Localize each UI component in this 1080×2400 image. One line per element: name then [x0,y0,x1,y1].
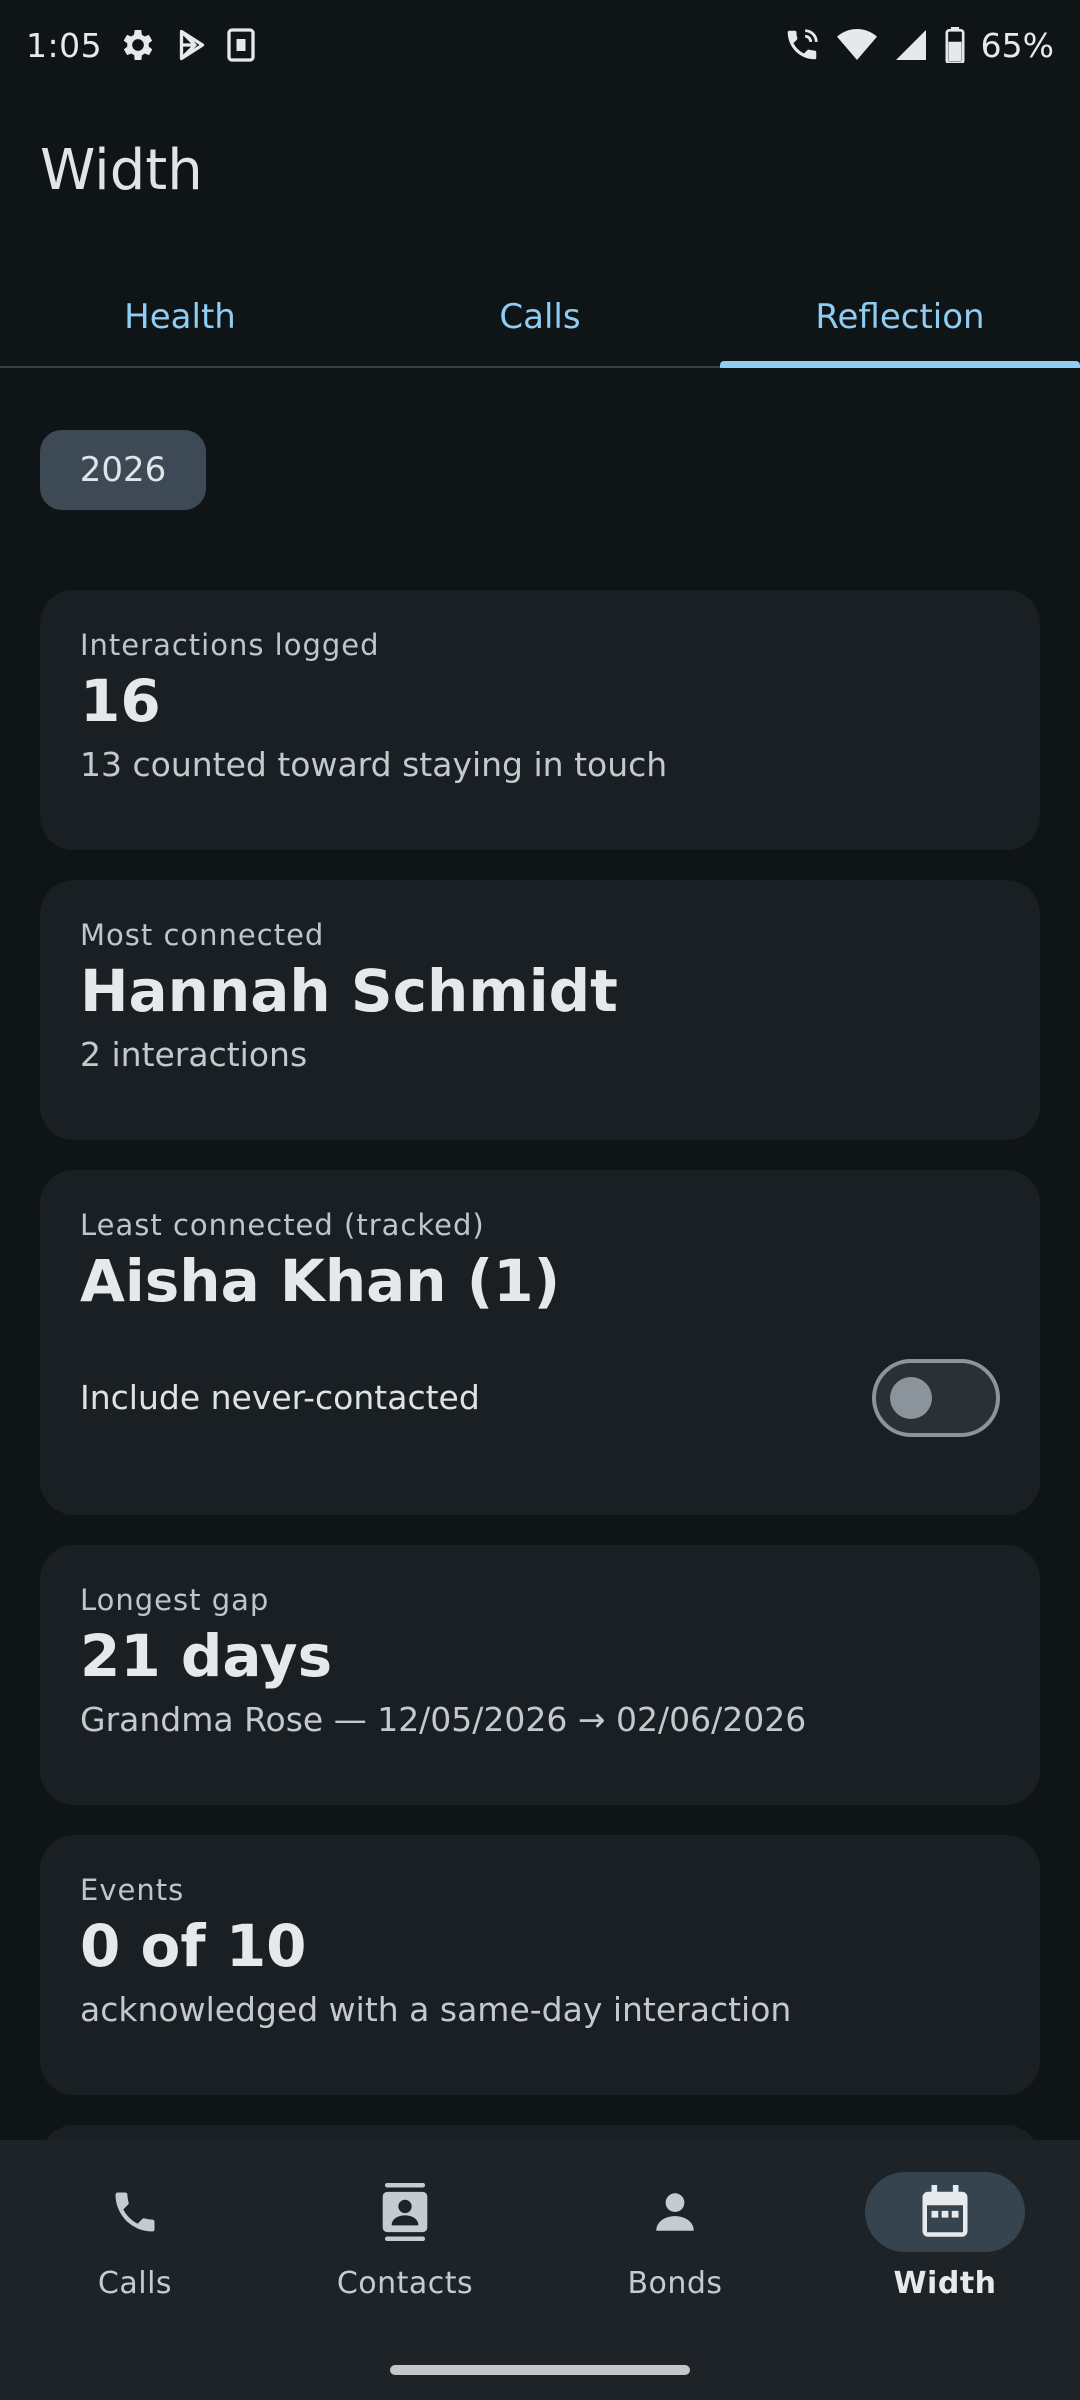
screen: 1:05 65% Width Health Calls Reflection 2… [0,0,1080,2400]
nav-icon-container [55,2172,215,2252]
card-subtext: 2 interactions [80,1034,308,1074]
include-never-contacted-switch[interactable] [872,1358,1000,1437]
nav-item-width[interactable]: Width [820,2172,1070,2301]
status-time: 1:05 [26,25,103,65]
nav-icon-container [325,2172,485,2252]
card-value: 21 days [80,1622,333,1690]
nav-item-bonds[interactable]: Bonds [550,2172,800,2301]
interactions-card: Interactions logged 16 13 counted toward… [40,590,1040,850]
nav-label: Calls [97,2266,173,2301]
person-icon [650,2187,700,2237]
wifi-calling-icon [783,26,821,64]
never-contacted-toggle-row[interactable]: Include never-contacted [80,1358,1000,1437]
card-label: Most connected [80,918,325,952]
home-indicator[interactable] [390,2365,690,2375]
longest-gap-card: Longest gap 21 days Grandma Rose — 12/05… [40,1545,1040,1805]
tab-calls[interactable]: Calls [360,268,720,366]
least-connected-card: Least connected (tracked) Aisha Khan (1)… [40,1170,1040,1515]
tab-reflection[interactable]: Reflection [720,268,1080,368]
signal-icon [893,27,929,63]
calendar-icon [920,2185,970,2239]
card-subtext: Grandma Rose — 12/05/2026 → 02/06/2026 [80,1699,807,1739]
card-label: Events [80,1873,185,1907]
tab-health[interactable]: Health [0,268,360,366]
battery-percent: 65% [980,25,1054,65]
sim-card-icon [226,27,256,63]
tab-bar: Health Calls Reflection [0,268,1080,368]
phone-icon [109,2186,161,2238]
card-value: 0 of 10 [80,1912,307,1980]
card-subtext: 13 counted toward staying in touch [80,744,668,784]
switch-knob [890,1376,932,1419]
card-value: Hannah Schmidt [80,957,618,1025]
nav-icon-container [865,2172,1025,2252]
settings-icon [118,25,158,65]
card-label: Least connected (tracked) [80,1208,485,1242]
nav-label: Contacts [336,2266,474,2301]
card-subtext: acknowledged with a same-day interaction [80,1989,792,2029]
toggle-label: Include never-contacted [80,1378,480,1418]
status-left: 1:05 [26,25,256,65]
status-bar: 1:05 65% [0,0,1080,90]
nav-label: Bonds [627,2266,723,2301]
nav-label: Width [893,2266,997,2301]
battery-icon [945,27,965,63]
year-chip[interactable]: 2026 [40,430,206,510]
bottom-navigation: Calls Contacts Bonds Width [0,2140,1080,2400]
card-label: Interactions logged [80,628,380,662]
card-label: Longest gap [80,1583,270,1617]
nav-item-contacts[interactable]: Contacts [280,2172,530,2301]
nav-icon-container [595,2172,755,2252]
events-card: Events 0 of 10 acknowledged with a same-… [40,1835,1040,2095]
most-connected-card: Most connected Hannah Schmidt 2 interact… [40,880,1040,1140]
nav-item-calls[interactable]: Calls [10,2172,260,2301]
card-value: Aisha Khan (1) [80,1247,561,1315]
play-store-icon [174,27,210,63]
wifi-icon [836,27,877,63]
status-right: 65% [783,26,1054,65]
card-value: 16 [80,667,161,735]
page-title: Width [40,138,203,203]
contacts-icon [378,2183,432,2241]
